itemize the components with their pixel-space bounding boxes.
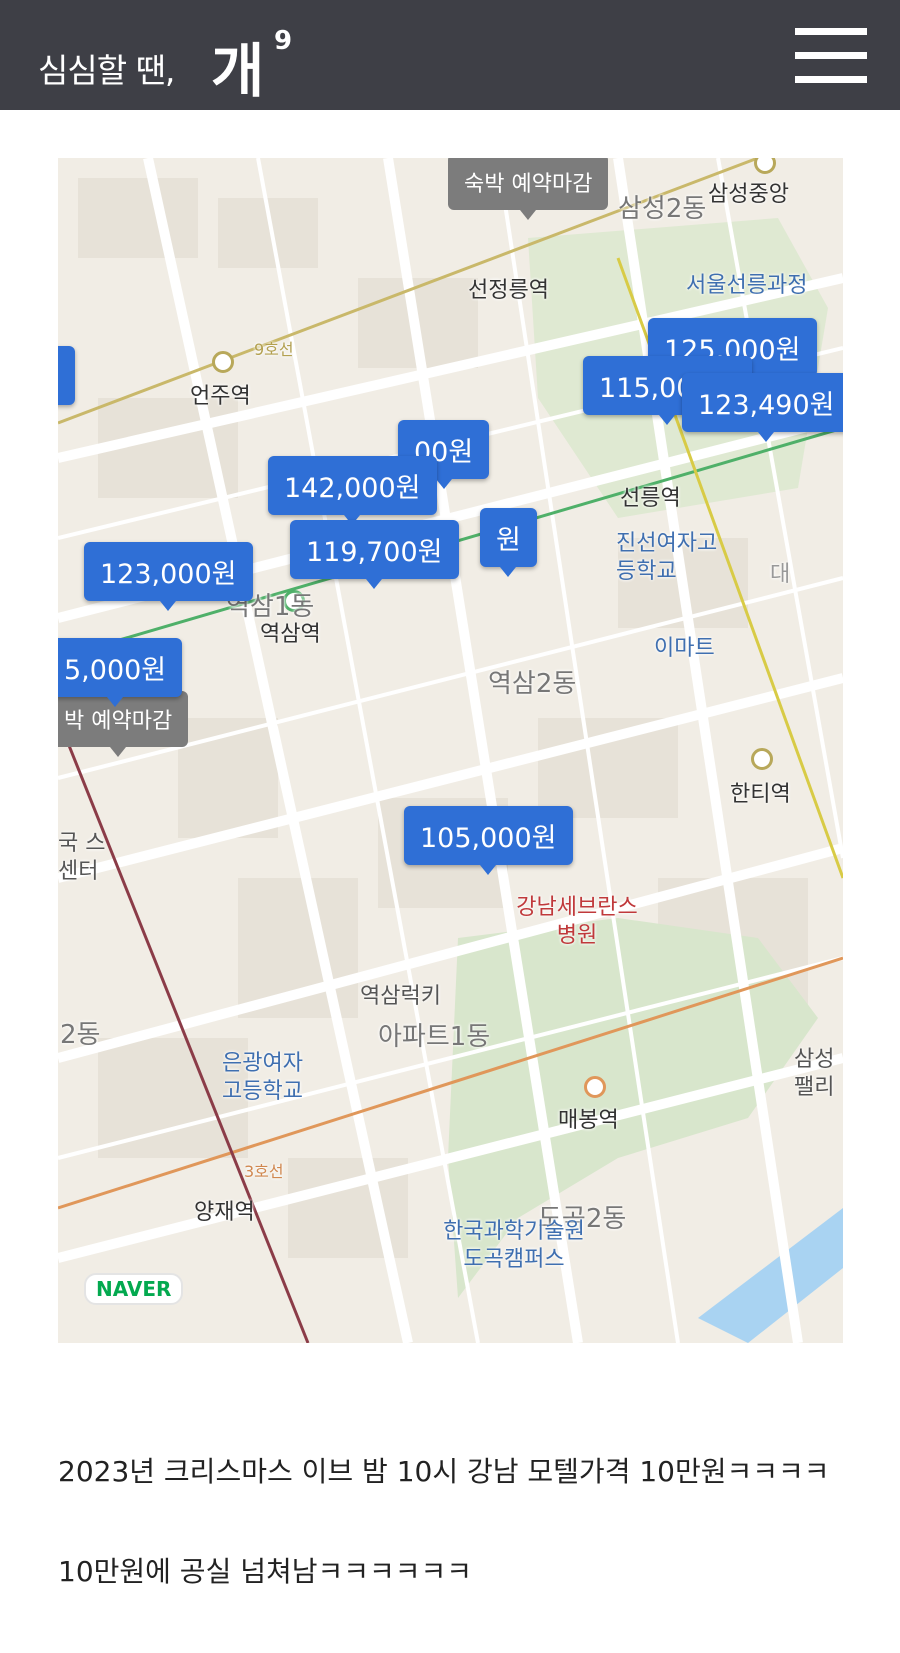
hamburger-menu-icon[interactable] (795, 28, 867, 84)
station-dot (751, 748, 773, 770)
poi-label: 삼성 팰리 (794, 1047, 835, 1100)
poi-label: 역삼럭키 (360, 984, 441, 1009)
logo-mark: 개 (211, 37, 265, 105)
line-label: 9호선 (254, 340, 294, 359)
station-label: 매봉역 (558, 1108, 619, 1133)
dong-label: 아파트1동 (378, 1022, 491, 1052)
poi-label: 진선여자고등학교 (616, 531, 718, 584)
price-pin[interactable]: 5,000원 (58, 638, 183, 707)
station-dot (212, 351, 234, 373)
price-pin[interactable]: 123,490원 (682, 373, 843, 442)
site-header: 심심할 땐, 개 9 (0, 0, 900, 110)
post-text-line-1: 2023년 크리스마스 이브 밤 10시 강남 모텔가격 10만원ㅋㅋㅋㅋ (58, 1455, 830, 1488)
logo-superscript: 9 (274, 26, 293, 56)
price-pin[interactable]: 119,700원 (290, 520, 459, 589)
station-label: 선정릉역 (468, 278, 549, 303)
post-text-line-2: 10만원에 공실 넘쳐남ㅋㅋㅋㅋㅋㅋ (58, 1555, 473, 1588)
naver-logo: NAVER (84, 1273, 184, 1305)
dong-label: 삼성2동 (618, 194, 707, 224)
station-label: 양재역 (194, 1200, 255, 1225)
price-pin[interactable]: 원 (58, 346, 75, 405)
dong-label: 2동 (60, 1020, 101, 1050)
dong-label: 역삼2동 (488, 669, 577, 699)
poi-label: 이마트 (654, 636, 715, 661)
map-view[interactable]: 선정릉역 삼성중앙 언주역 선릉역 역삼역 한티역 매봉역 양재역 삼성2동 역… (58, 158, 843, 1343)
poi-label: 은광여자고등학교 (222, 1051, 303, 1104)
price-pin[interactable]: 142,000원 (268, 456, 437, 525)
closed-pin[interactable]: 숙박 예약마감 (448, 158, 609, 220)
price-pin[interactable]: 123,000원 (84, 542, 253, 611)
price-pin[interactable]: 원 (480, 508, 537, 577)
station-dot (584, 1076, 606, 1098)
station-label: 삼성중앙 (708, 182, 789, 207)
poi-label: 한국과학기술원 도곡캠퍼스 (443, 1219, 585, 1272)
price-pin[interactable]: 105,000원 (404, 806, 573, 875)
station-label: 선릉역 (620, 486, 681, 511)
logo-text: 심심할 땐, (38, 51, 175, 90)
poi-label: 대 (770, 562, 791, 587)
station-label: 언주역 (190, 384, 251, 409)
line-label: 3호선 (244, 1162, 284, 1181)
station-label: 한티역 (730, 782, 791, 807)
poi-label: 강남세브란스병원 (516, 895, 638, 948)
poi-label: 서울선릉과정 (686, 273, 808, 298)
closed-pin[interactable]: 박 예약마감 (58, 691, 189, 757)
poi-label: 국 스센터 (58, 831, 106, 884)
